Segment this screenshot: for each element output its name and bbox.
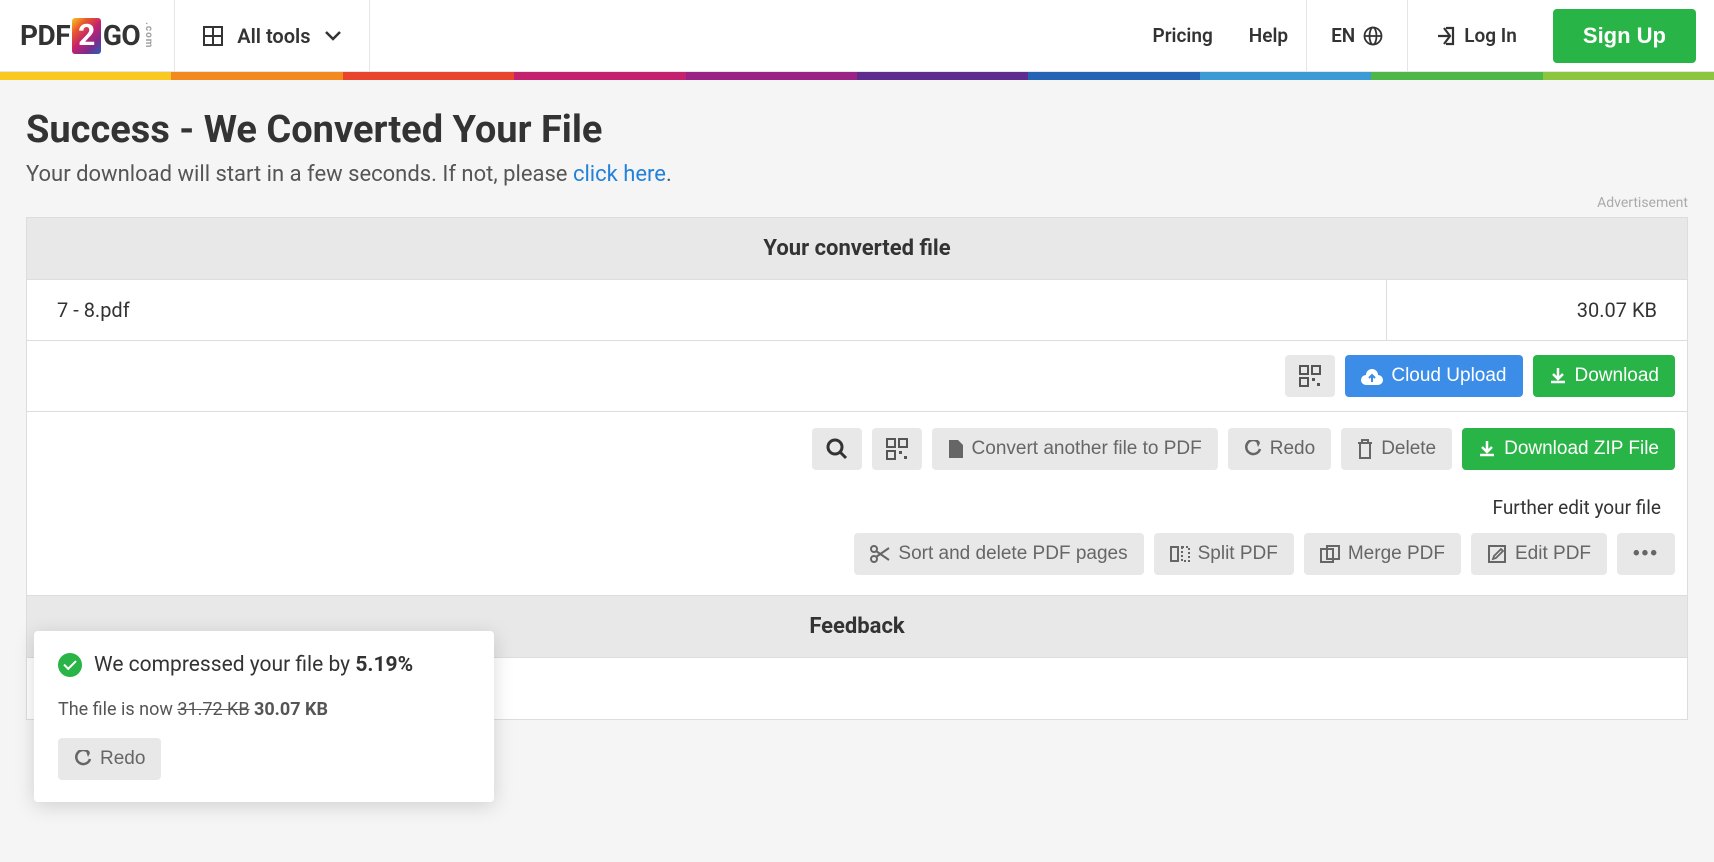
more-icon: ••• (1633, 543, 1659, 565)
toolbar-row: Convert another file to PDF Redo Delete … (27, 412, 1687, 486)
redo-icon (74, 750, 92, 768)
logo-two: 2 (72, 18, 101, 54)
lang-label: EN (1331, 24, 1355, 47)
signup-button[interactable]: Sign Up (1553, 9, 1696, 63)
edit-pdf-button[interactable]: Edit PDF (1471, 533, 1607, 575)
logo[interactable]: PDF 2 GO .com (0, 0, 175, 71)
qr-code-button[interactable] (1285, 355, 1335, 397)
toast-subtitle: The file is now 31.72 KB 30.07 KB (58, 699, 470, 720)
advertisement-label: Advertisement (26, 195, 1688, 211)
sort-delete-button[interactable]: Sort and delete PDF pages (854, 533, 1143, 575)
chevron-down-icon (325, 31, 341, 41)
convert-another-button[interactable]: Convert another file to PDF (932, 428, 1218, 470)
cloud-upload-label: Cloud Upload (1391, 365, 1506, 387)
logo-go: GO (103, 19, 140, 52)
search-icon (826, 438, 848, 460)
delete-label: Delete (1381, 438, 1436, 460)
file-icon (948, 439, 964, 459)
toast-message: We compressed your file by 5.19% (58, 653, 470, 677)
cloud-upload-icon (1361, 367, 1383, 385)
trash-icon (1357, 439, 1373, 459)
search-button[interactable] (812, 428, 862, 470)
globe-icon (1363, 26, 1383, 46)
scissors-icon (870, 545, 890, 563)
help-link[interactable]: Help (1231, 24, 1306, 47)
download-label: Download (1575, 365, 1660, 387)
click-here-link[interactable]: click here (573, 162, 666, 187)
redo-icon (1244, 440, 1262, 458)
header: PDF 2 GO .com All tools Pricing Help EN … (0, 0, 1714, 72)
redo-label: Redo (1270, 438, 1315, 460)
toast-redo-label: Redo (100, 748, 145, 770)
login-label: Log In (1464, 24, 1517, 47)
logo-com: .com (143, 22, 154, 48)
redo-button[interactable]: Redo (1228, 428, 1331, 470)
toast-redo-button[interactable]: Redo (58, 738, 161, 780)
login-button[interactable]: Log In (1408, 24, 1545, 47)
qr-all-button[interactable] (872, 428, 922, 470)
download-zip-label: Download ZIP File (1504, 438, 1659, 460)
further-edit-label: Further edit your file (27, 486, 1687, 523)
download-zip-button[interactable]: Download ZIP File (1462, 428, 1675, 470)
edit-icon (1487, 544, 1507, 564)
sort-delete-label: Sort and delete PDF pages (898, 543, 1127, 565)
download-button[interactable]: Download (1533, 355, 1676, 397)
convert-another-label: Convert another file to PDF (972, 438, 1202, 460)
split-pdf-button[interactable]: Split PDF (1154, 533, 1294, 575)
cloud-upload-button[interactable]: Cloud Upload (1345, 355, 1522, 397)
download-icon (1549, 367, 1567, 385)
pricing-link[interactable]: Pricing (1135, 24, 1231, 47)
edit-row: Sort and delete PDF pages Split PDF Merg… (27, 523, 1687, 595)
file-size: 30.07 KB (1387, 280, 1687, 340)
page-subtitle: Your download will start in a few second… (26, 162, 1688, 187)
delete-button[interactable]: Delete (1341, 428, 1452, 470)
merge-pdf-button[interactable]: Merge PDF (1304, 533, 1461, 575)
card-header: Your converted file (27, 218, 1687, 280)
file-row: 7 - 8.pdf 30.07 KB (27, 280, 1687, 341)
compression-toast: We compressed your file by 5.19% The fil… (34, 631, 494, 802)
qr-icon (1299, 365, 1321, 387)
rainbow-divider (0, 72, 1714, 80)
merge-icon (1320, 545, 1340, 563)
all-tools-dropdown[interactable]: All tools (175, 0, 369, 71)
grid-icon (203, 26, 223, 46)
page-title: Success - We Converted Your File (26, 108, 1688, 152)
download-icon (1478, 440, 1496, 458)
login-icon (1436, 26, 1456, 46)
qr-icon (886, 438, 908, 460)
check-icon (58, 653, 82, 677)
all-tools-label: All tools (237, 24, 310, 48)
file-name: 7 - 8.pdf (27, 280, 1387, 340)
merge-label: Merge PDF (1348, 543, 1445, 565)
edit-label: Edit PDF (1515, 543, 1591, 565)
more-button[interactable]: ••• (1617, 533, 1675, 575)
file-action-row: Cloud Upload Download (27, 341, 1687, 412)
logo-pdf: PDF (20, 19, 70, 52)
language-selector[interactable]: EN (1306, 0, 1408, 71)
split-icon (1170, 545, 1190, 563)
split-label: Split PDF (1198, 543, 1278, 565)
